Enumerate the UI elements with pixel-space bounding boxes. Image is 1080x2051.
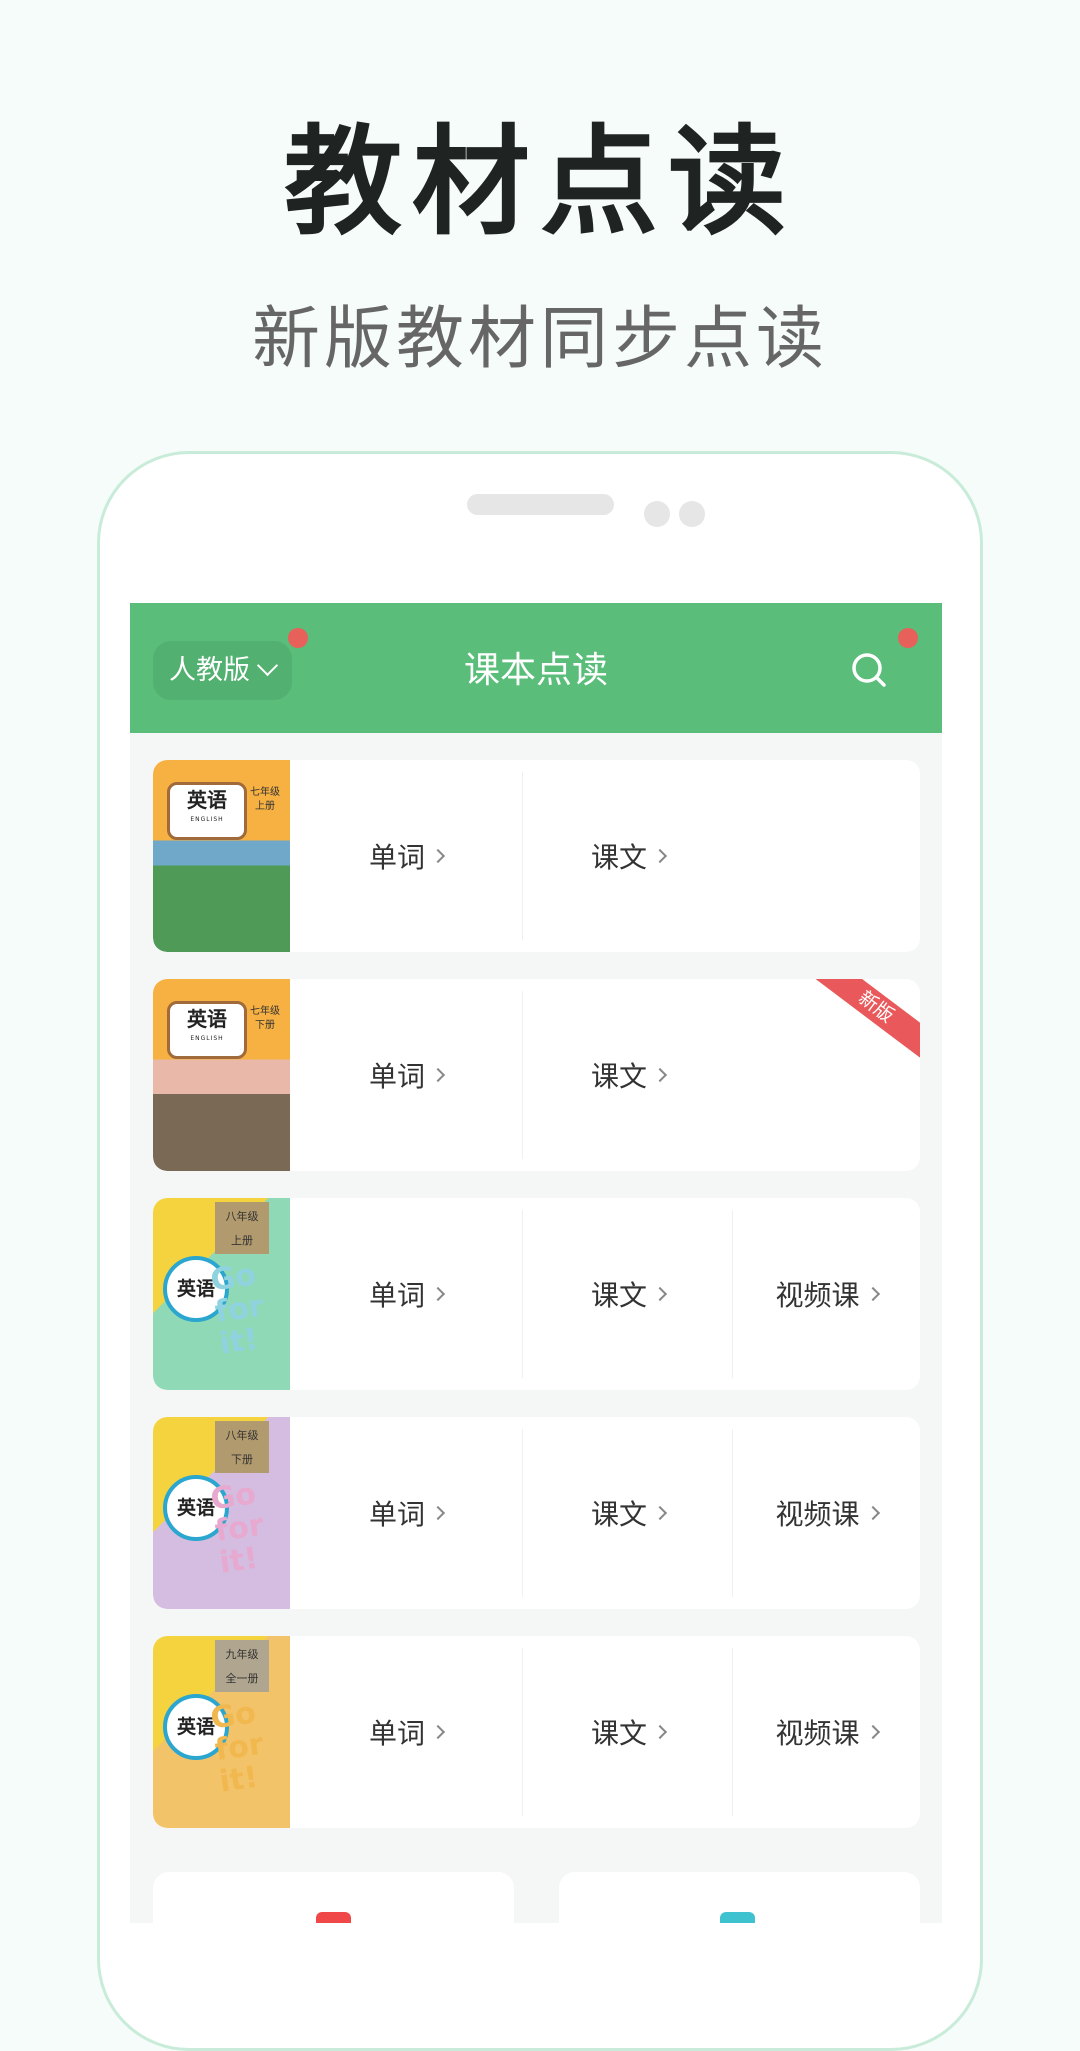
- cover-grade: 七年级 下册: [245, 1005, 285, 1033]
- link-label: 课文: [590, 841, 647, 874]
- book-card: 英语 ENGLISH 七年级下册 单词 课文 新版: [153, 979, 920, 1171]
- video-link[interactable]: 视频课: [733, 1636, 920, 1828]
- chevron-right-icon: [430, 1286, 446, 1302]
- cover-grade: 八年级 上册: [215, 1202, 269, 1254]
- cover-series: Go for it!: [208, 1257, 266, 1362]
- book-cover[interactable]: 八年级 上册 英语 Go for it!: [153, 1198, 290, 1390]
- link-label: 单词: [368, 1717, 425, 1750]
- link-label: 单词: [368, 1060, 425, 1093]
- words-link[interactable]: 单词: [290, 760, 522, 952]
- volume-text: 上册: [231, 1234, 253, 1247]
- cover-series: Go for it!: [208, 1476, 266, 1581]
- text-link[interactable]: 课文: [523, 760, 733, 952]
- words-link[interactable]: 单词: [290, 1198, 522, 1390]
- grade-text: 八年级: [225, 1429, 259, 1442]
- feature-card-right[interactable]: [559, 1872, 920, 1923]
- chevron-right-icon: [652, 848, 668, 864]
- book-cover[interactable]: 英语 ENGLISH 七年级上册: [153, 760, 290, 952]
- link-label: 单词: [368, 1279, 425, 1312]
- app-screen: 人教版 课本点读 英语 ENGLISH 七年级 上册 单词 课文 英语 ENGLISH…: [130, 603, 942, 1923]
- cover-title: 英语 ENGLISH: [167, 782, 247, 840]
- words-link[interactable]: 单词: [290, 1636, 522, 1828]
- text-link[interactable]: 课文: [523, 1636, 733, 1828]
- chevron-right-icon: [865, 1286, 880, 1302]
- feature-card-left[interactable]: [153, 1872, 514, 1923]
- words-link[interactable]: 单词: [290, 1417, 522, 1609]
- link-label: 视频课: [775, 1498, 860, 1531]
- book-cover[interactable]: 英语 ENGLISH 七年级下册: [153, 979, 290, 1171]
- chevron-right-icon: [652, 1724, 668, 1740]
- grade-text: 八年级: [225, 1210, 259, 1223]
- chevron-right-icon: [652, 1286, 668, 1302]
- hero-subtitle: 新版教材同步点读: [251, 300, 828, 379]
- cover-english: ENGLISH: [190, 1035, 224, 1042]
- book-cover[interactable]: 九年级 全一册 英语 Go for it!: [153, 1636, 290, 1828]
- top-bar: 人教版 课本点读: [130, 603, 942, 733]
- chevron-right-icon: [430, 1724, 446, 1740]
- teal-feature-icon: [720, 1912, 755, 1923]
- volume-text: 全一册: [225, 1672, 259, 1685]
- chevron-right-icon: [865, 1505, 880, 1521]
- grade-text: 七年级: [250, 1006, 280, 1017]
- link-label: 视频课: [775, 1717, 860, 1750]
- text-link[interactable]: 课文: [523, 1417, 733, 1609]
- volume-text: 上册: [255, 801, 275, 812]
- grade-text: 九年级: [225, 1648, 259, 1661]
- link-label: 视频课: [775, 1279, 860, 1312]
- hero-title: 教材点读: [283, 113, 796, 251]
- book-card: 八年级 上册 英语 Go for it! 单词 课文 视频课: [153, 1198, 920, 1390]
- book-cover[interactable]: 八年级 下册 英语 Go for it!: [153, 1417, 290, 1609]
- cover-english: ENGLISH: [190, 816, 224, 823]
- phone-camera: [644, 501, 670, 527]
- cover-series: Go for it!: [208, 1695, 266, 1800]
- cover-subject: 英语: [187, 1007, 227, 1031]
- link-label: 课文: [590, 1498, 647, 1531]
- phone-sensor: [679, 501, 705, 527]
- link-label: 课文: [590, 1717, 647, 1750]
- new-edition-ribbon: 新版: [803, 979, 920, 1067]
- link-label: 单词: [368, 841, 425, 874]
- book-card: 八年级 下册 英语 Go for it! 单词 课文 视频课: [153, 1417, 920, 1609]
- chevron-right-icon: [430, 1067, 446, 1083]
- search-icon[interactable]: [850, 651, 890, 691]
- video-link[interactable]: 视频课: [733, 1198, 920, 1390]
- chevron-right-icon: [430, 1505, 446, 1521]
- book-card: 英语 ENGLISH 七年级上册 单词 课文: [153, 760, 920, 952]
- text-link[interactable]: 课文: [523, 1198, 733, 1390]
- link-label: 单词: [368, 1498, 425, 1531]
- chevron-right-icon: [652, 1505, 668, 1521]
- chevron-right-icon: [652, 1067, 668, 1083]
- video-link[interactable]: 视频课: [733, 1417, 920, 1609]
- cover-title: 英语 ENGLISH: [167, 1001, 247, 1059]
- text-link[interactable]: 课文: [523, 979, 733, 1171]
- cover-grade: 七年级 上册: [245, 786, 285, 814]
- link-label: 课文: [590, 1060, 647, 1093]
- volume-text: 下册: [255, 1020, 275, 1031]
- page-title: 课本点读: [463, 650, 608, 691]
- red-feature-icon: [316, 1912, 351, 1923]
- volume-text: 下册: [231, 1453, 253, 1466]
- words-link[interactable]: 单词: [290, 979, 522, 1171]
- grade-text: 七年级: [250, 787, 280, 798]
- phone-speaker: [467, 494, 614, 515]
- search-notification-dot: [898, 628, 918, 648]
- link-label: 课文: [590, 1279, 647, 1312]
- cover-grade: 八年级 下册: [215, 1421, 269, 1473]
- book-card: 九年级 全一册 英语 Go for it! 单词 课文 视频课: [153, 1636, 920, 1828]
- cover-grade: 九年级 全一册: [215, 1640, 269, 1692]
- chevron-right-icon: [865, 1724, 880, 1740]
- chevron-right-icon: [430, 848, 446, 864]
- cover-subject: 英语: [187, 788, 227, 812]
